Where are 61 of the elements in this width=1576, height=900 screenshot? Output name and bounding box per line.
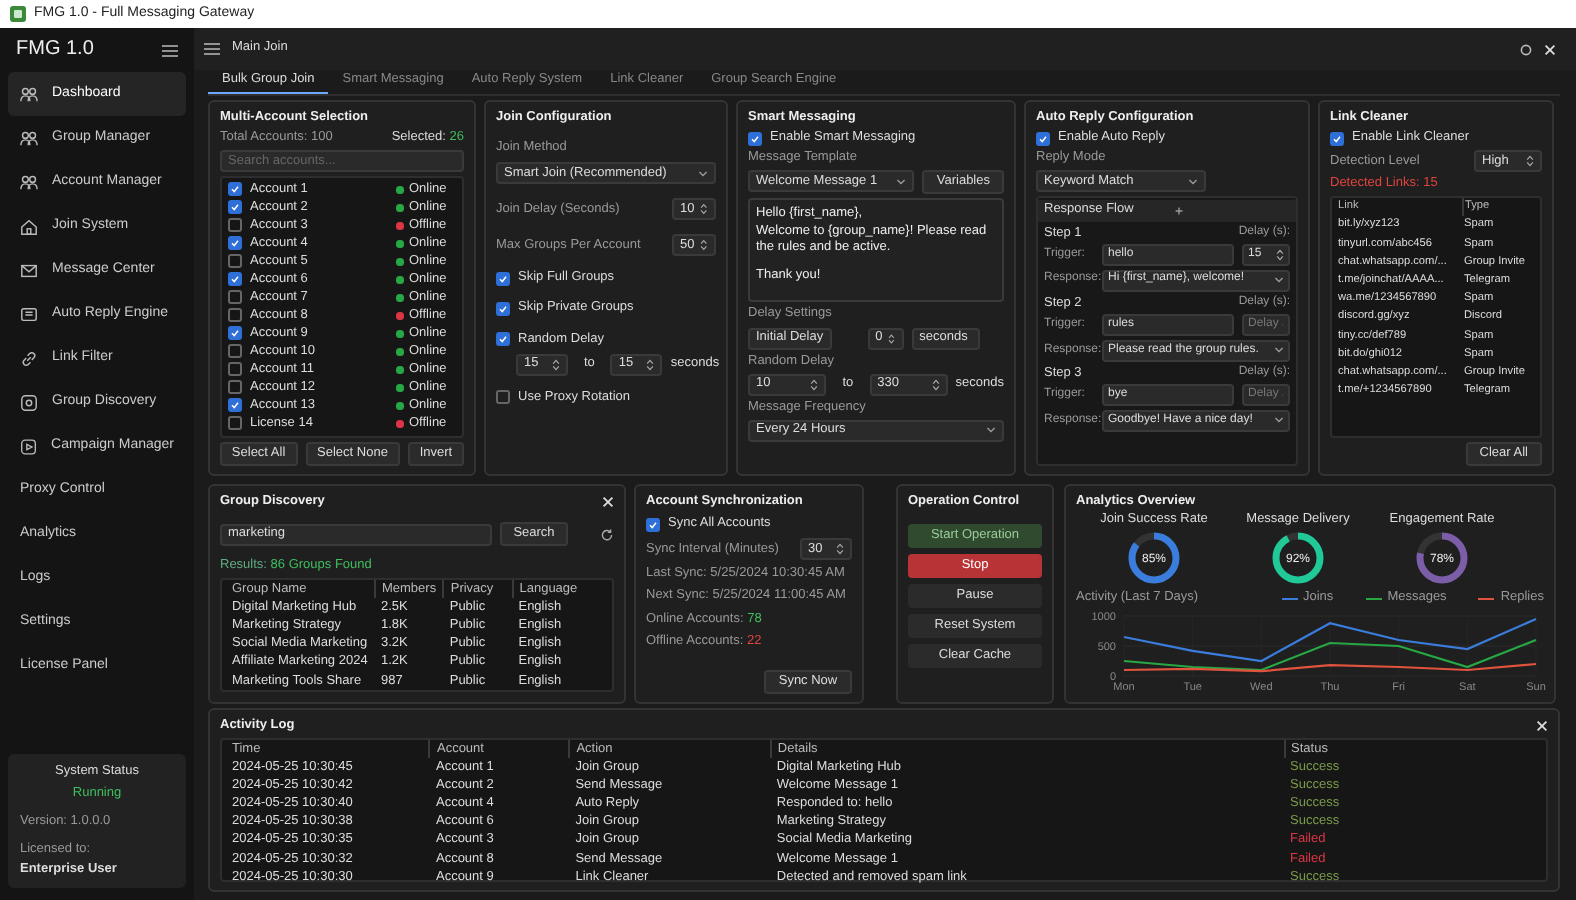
close-icon[interactable] — [602, 496, 614, 509]
close-icon[interactable] — [1544, 43, 1556, 55]
caret-icon — [1188, 177, 1198, 186]
gauge-track — [1133, 533, 1155, 548]
checkbox[interactable] — [228, 398, 242, 413]
checkbox[interactable] — [228, 344, 242, 359]
target-icon — [20, 393, 38, 411]
message-square-icon — [20, 305, 38, 323]
checkbox[interactable] — [228, 200, 242, 215]
caret-icon — [698, 169, 708, 178]
add-icon[interactable] — [1173, 205, 1184, 216]
caret-icon — [1274, 416, 1284, 425]
checkbox[interactable] — [228, 254, 242, 269]
spinner-icon[interactable] — [931, 377, 940, 392]
checkbox[interactable] — [228, 236, 242, 251]
envelope-icon — [20, 261, 38, 279]
caret-icon — [1274, 276, 1284, 285]
people-icon — [20, 129, 38, 147]
gauge-track — [1417, 533, 1443, 556]
checkbox[interactable] — [748, 131, 762, 146]
play-icon — [20, 437, 38, 455]
checkbox[interactable] — [228, 290, 242, 305]
checkbox[interactable] — [1330, 131, 1344, 146]
checkbox[interactable] — [496, 301, 510, 316]
checkbox[interactable] — [228, 272, 242, 287]
checkbox[interactable] — [228, 182, 242, 197]
checkbox[interactable] — [496, 271, 510, 286]
checkbox[interactable] — [228, 362, 242, 377]
link-icon — [20, 349, 38, 367]
caret-icon — [986, 426, 996, 435]
caret-icon — [1274, 346, 1284, 355]
caret-icon — [896, 177, 907, 186]
app-title: FMG 1.0 — [16, 37, 94, 63]
gauge-track — [1285, 533, 1299, 543]
spinner-icon[interactable] — [888, 331, 896, 345]
spinner-icon[interactable] — [1526, 154, 1534, 169]
circle-icon[interactable] — [1520, 43, 1532, 55]
spinner-icon[interactable] — [700, 202, 708, 217]
checkbox[interactable] — [496, 390, 510, 405]
checkbox[interactable] — [1036, 131, 1050, 146]
checkbox[interactable] — [228, 326, 242, 341]
spinner-icon[interactable] — [552, 357, 560, 372]
people-icon — [20, 85, 38, 103]
close-icon[interactable] — [1536, 720, 1548, 733]
spinner-icon[interactable] — [1276, 248, 1284, 263]
checkbox[interactable] — [646, 517, 660, 532]
checkbox[interactable] — [496, 332, 510, 347]
checkbox[interactable] — [228, 308, 242, 323]
spinner-icon[interactable] — [836, 542, 844, 557]
spinner-icon[interactable] — [700, 238, 708, 253]
spinner-icon[interactable] — [646, 357, 655, 372]
checkbox[interactable] — [228, 218, 242, 233]
people-icon — [20, 173, 38, 191]
checkbox[interactable] — [228, 380, 242, 395]
menu-icon[interactable] — [162, 43, 178, 57]
refresh-icon[interactable] — [600, 527, 614, 542]
menu-icon[interactable] — [204, 42, 220, 56]
checkbox[interactable] — [228, 416, 242, 431]
home-icon — [20, 217, 38, 235]
app-icon — [10, 6, 26, 22]
spinner-icon[interactable] — [810, 377, 819, 392]
